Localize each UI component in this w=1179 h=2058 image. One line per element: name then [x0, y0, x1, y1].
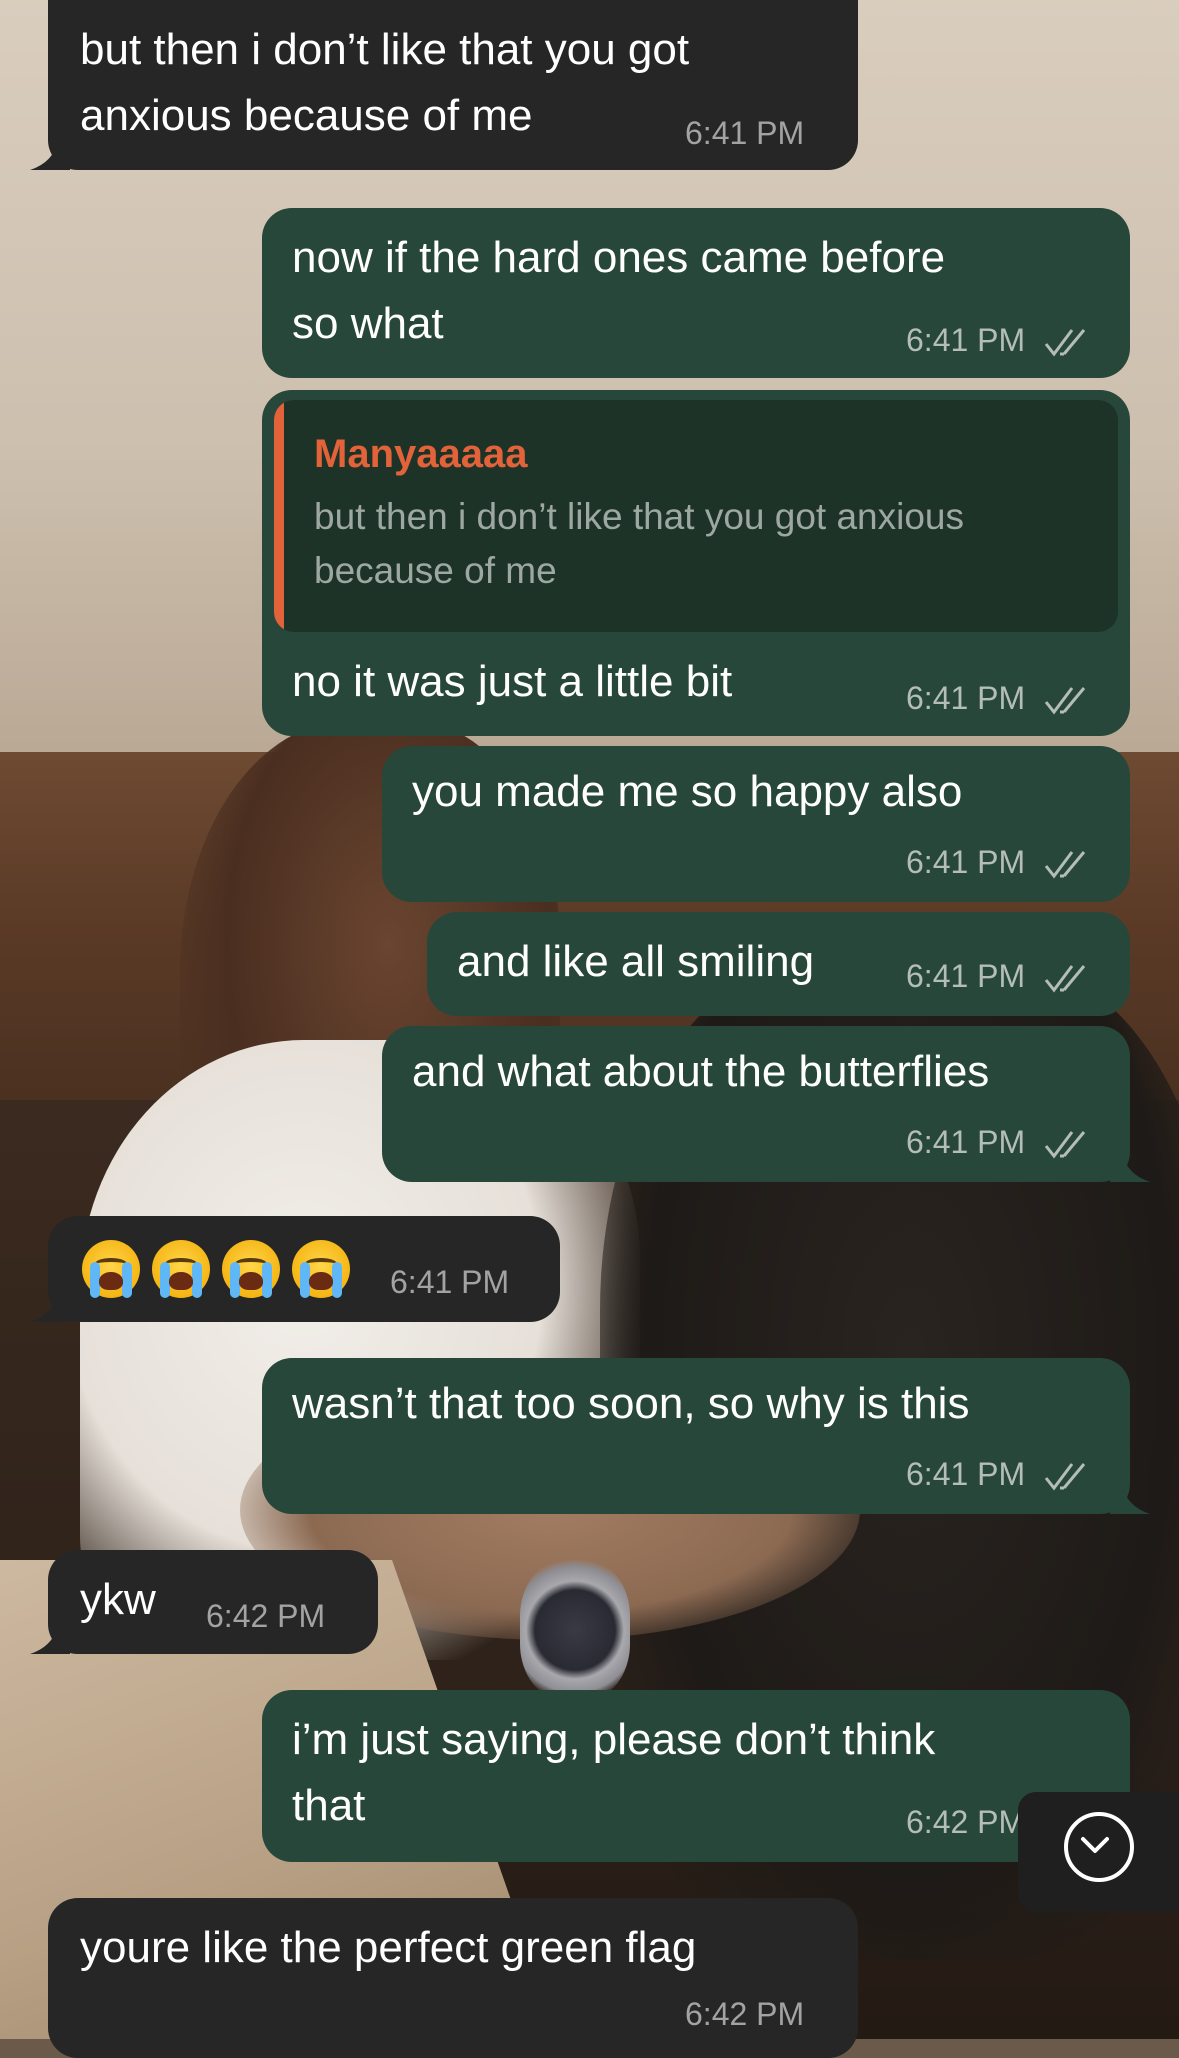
message-text: you made me so happy also	[412, 767, 963, 816]
reply-quote-sender: Manyaaaaa	[314, 432, 528, 476]
read-checkmarks-icon	[1044, 686, 1086, 714]
read-checkmarks-icon	[1044, 328, 1086, 356]
message-outgoing[interactable]: now if the hard ones came before so what…	[262, 208, 1130, 378]
message-outgoing[interactable]: and like all smiling 6:41 PM	[427, 912, 1130, 1016]
loudly-crying-face-icon	[82, 1240, 140, 1298]
bubble-tail	[1110, 1484, 1150, 1514]
loudly-crying-face-icon	[152, 1240, 210, 1298]
message-incoming[interactable]: but then i don’t like that you got anxio…	[48, 0, 858, 170]
bubble-tail	[30, 1292, 70, 1322]
message-outgoing[interactable]: i’m just saying, please don’t think that…	[262, 1690, 1130, 1862]
message-text: no it was just a little bit	[292, 657, 733, 706]
message-incoming[interactable]: youre like the perfect green flag 6:42 P…	[48, 1898, 858, 2058]
message-time: 6:41 PM	[685, 115, 805, 151]
message-text: ykw	[80, 1575, 156, 1624]
message-time: 6:41 PM	[906, 680, 1092, 716]
bubble-tail	[30, 140, 70, 170]
message-text: youre like the perfect green flag	[80, 1923, 697, 1972]
message-outgoing[interactable]: you made me so happy also 6:41 PM	[382, 746, 1130, 902]
message-incoming-emoji[interactable]: 6:41 PM	[48, 1216, 560, 1322]
message-time: 6:42 PM	[206, 1598, 326, 1634]
read-checkmarks-icon	[1044, 964, 1086, 992]
message-text: wasn’t that too soon, so why is this	[292, 1379, 970, 1428]
chevron-down-circle-icon	[1064, 1812, 1134, 1882]
message-incoming[interactable]: ykw 6:42 PM	[48, 1550, 378, 1654]
message-text: i’m just saying, please don’t think	[292, 1715, 936, 1764]
message-outgoing[interactable]: and what about the butterflies 6:41 PM	[382, 1026, 1130, 1182]
emoji-row	[82, 1240, 362, 1298]
scroll-to-bottom-button[interactable]	[1018, 1792, 1179, 1912]
message-text: so what	[292, 299, 444, 348]
message-time: 6:42 PM	[906, 1804, 1026, 1840]
read-checkmarks-icon	[1044, 1462, 1086, 1490]
message-time: 6:41 PM	[906, 958, 1092, 994]
message-text: but then i don’t like that you got	[80, 25, 690, 74]
message-time: 6:42 PM	[685, 1996, 805, 2032]
message-text: and what about the butterflies	[412, 1047, 990, 1096]
read-checkmarks-icon	[1044, 1130, 1086, 1158]
message-outgoing[interactable]: wasn’t that too soon, so why is this 6:4…	[262, 1358, 1130, 1514]
reply-quote[interactable]: Manyaaaaa but then i don’t like that you…	[274, 400, 1118, 632]
loudly-crying-face-icon	[292, 1240, 350, 1298]
loudly-crying-face-icon	[222, 1240, 280, 1298]
read-checkmarks-icon	[1044, 850, 1086, 878]
message-time: 6:41 PM	[390, 1264, 510, 1300]
message-text: and like all smiling	[457, 937, 815, 986]
reply-quote-bar	[274, 400, 284, 632]
message-text: now if the hard ones came before	[292, 233, 946, 282]
bubble-tail	[1110, 1152, 1150, 1182]
message-text: anxious because of me	[80, 91, 533, 140]
message-time: 6:41 PM	[906, 844, 1092, 880]
message-time: 6:41 PM	[906, 322, 1092, 358]
message-time: 6:41 PM	[906, 1456, 1092, 1492]
bubble-tail	[30, 1624, 70, 1654]
reply-quote-text: but then i don’t like that you got anxio…	[314, 496, 964, 591]
message-text: that	[292, 1781, 366, 1830]
message-time: 6:41 PM	[906, 1124, 1092, 1160]
message-outgoing-reply[interactable]: Manyaaaaa but then i don’t like that you…	[262, 390, 1130, 736]
